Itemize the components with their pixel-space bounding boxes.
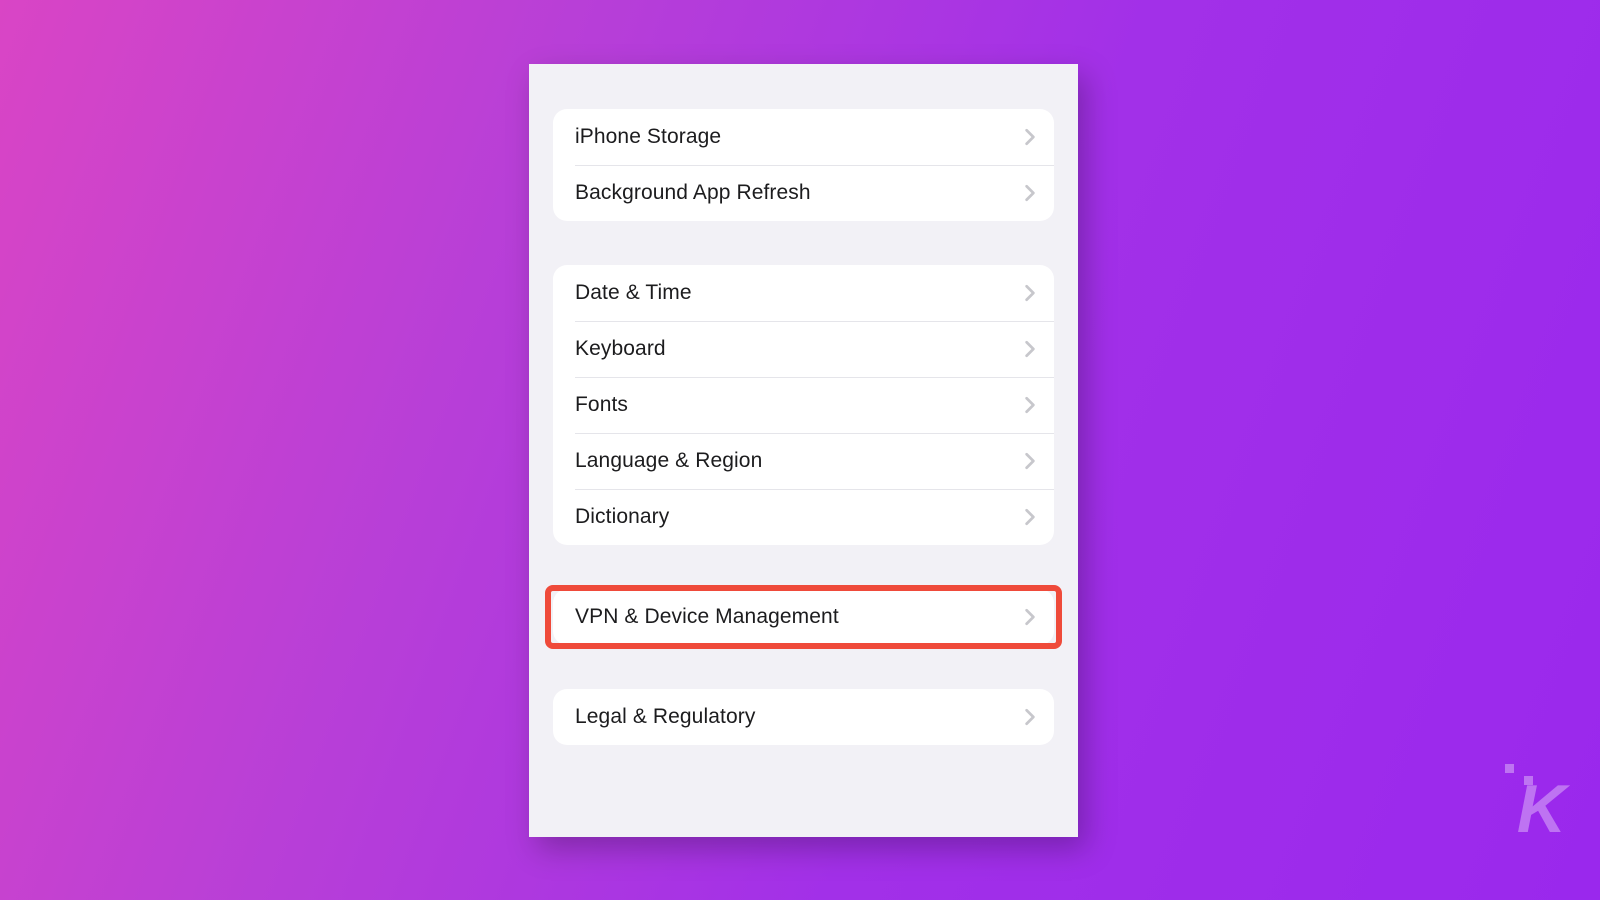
row-language-region[interactable]: Language & Region: [553, 433, 1054, 489]
chevron-right-icon: [1024, 396, 1036, 414]
watermark-logo: K: [1517, 770, 1564, 848]
row-iphone-storage[interactable]: iPhone Storage: [553, 109, 1054, 165]
row-fonts[interactable]: Fonts: [553, 377, 1054, 433]
settings-group-storage: iPhone Storage Background App Refresh: [553, 109, 1054, 221]
row-label: Fonts: [575, 393, 628, 417]
chevron-right-icon: [1024, 128, 1036, 146]
row-date-time[interactable]: Date & Time: [553, 265, 1054, 321]
chevron-right-icon: [1024, 608, 1036, 626]
row-label: Keyboard: [575, 337, 666, 361]
row-label: VPN & Device Management: [575, 605, 839, 629]
row-label: Background App Refresh: [575, 181, 811, 205]
row-label: Date & Time: [575, 281, 692, 305]
chevron-right-icon: [1024, 284, 1036, 302]
settings-panel: iPhone Storage Background App Refresh Da…: [529, 64, 1078, 837]
row-vpn-device-management[interactable]: VPN & Device Management: [553, 589, 1054, 645]
row-label: Legal & Regulatory: [575, 705, 755, 729]
settings-group-legal: Legal & Regulatory: [553, 689, 1054, 745]
chevron-right-icon: [1024, 508, 1036, 526]
chevron-right-icon: [1024, 452, 1036, 470]
row-label: Language & Region: [575, 449, 762, 473]
chevron-right-icon: [1024, 708, 1036, 726]
chevron-right-icon: [1024, 184, 1036, 202]
row-legal-regulatory[interactable]: Legal & Regulatory: [553, 689, 1054, 745]
row-label: iPhone Storage: [575, 125, 721, 149]
watermark-dots-icon: [1505, 764, 1533, 773]
row-keyboard[interactable]: Keyboard: [553, 321, 1054, 377]
chevron-right-icon: [1024, 340, 1036, 358]
settings-group-vpn-highlighted: VPN & Device Management: [547, 589, 1060, 645]
row-dictionary[interactable]: Dictionary: [553, 489, 1054, 545]
settings-group-system: Date & Time Keyboard Fonts Language & Re…: [553, 265, 1054, 545]
row-background-app-refresh[interactable]: Background App Refresh: [553, 165, 1054, 221]
row-label: Dictionary: [575, 505, 669, 529]
